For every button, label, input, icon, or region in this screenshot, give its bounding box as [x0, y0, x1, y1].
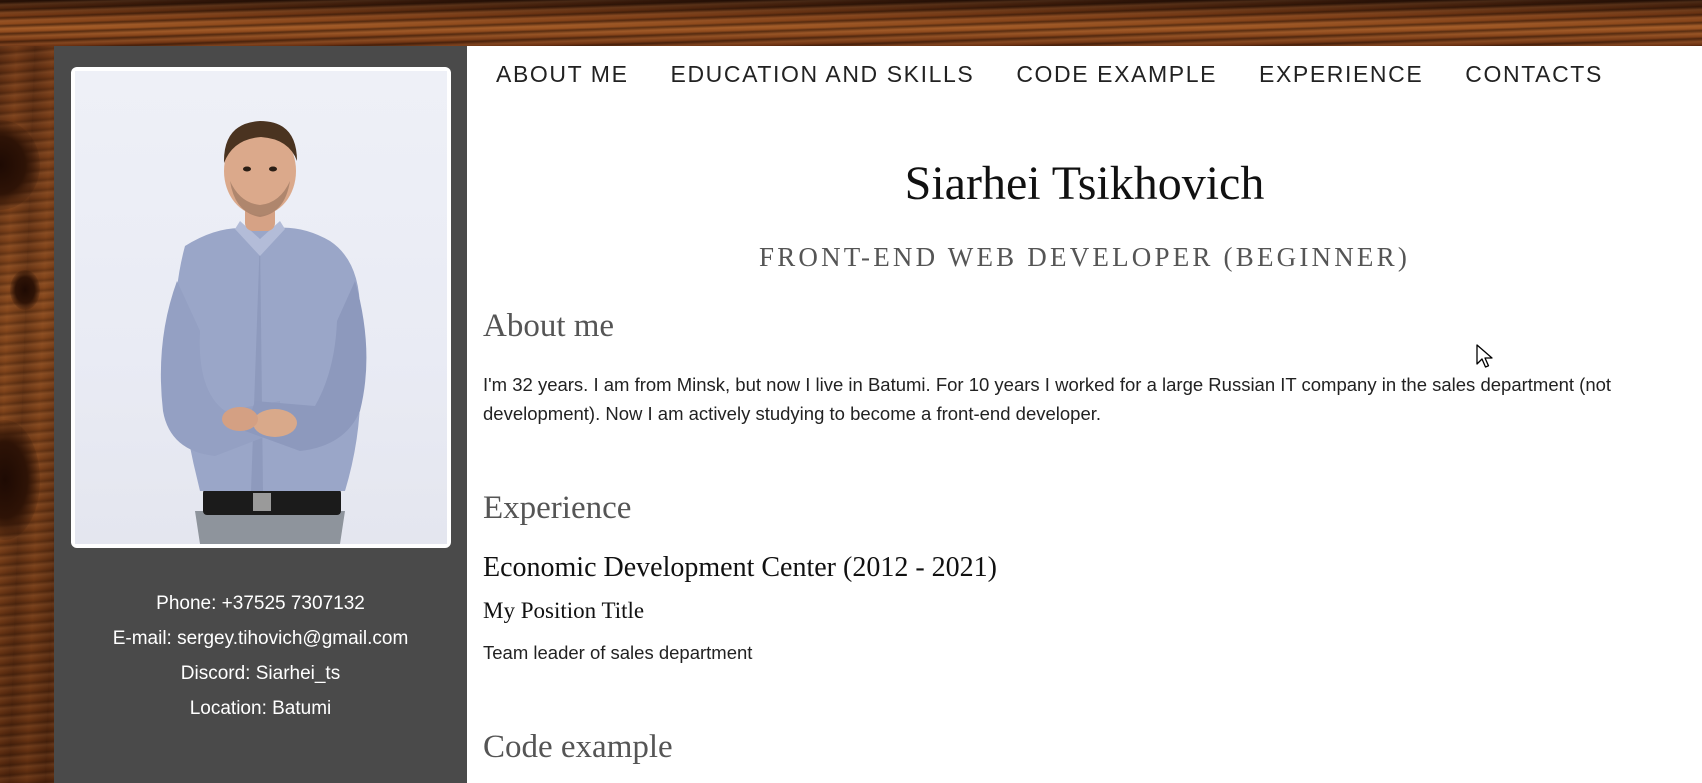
contact-list: Phone: +37525 7307132 E-mail: sergey.tih…	[54, 586, 467, 726]
wood-knot	[0, 420, 40, 540]
nav-education-and-skills[interactable]: EDUCATION AND SKILLS	[671, 61, 975, 88]
contact-email: E-mail: sergey.tihovich@gmail.com	[112, 628, 409, 649]
person-photo-illustration	[160, 121, 367, 544]
nav-about-me[interactable]: ABOUT ME	[496, 61, 629, 88]
job-role-subtitle: FRONT-END WEB DEVELOPER (BEGINNER)	[758, 242, 1411, 272]
page-container: Phone: +37525 7307132 E-mail: sergey.tih…	[54, 46, 1702, 783]
nav-contacts[interactable]: CONTACTS	[1465, 61, 1603, 88]
experience-company: Economic Development Center (2012 - 2021…	[483, 552, 997, 583]
nav-code-example[interactable]: CODE EXAMPLE	[1016, 61, 1217, 88]
experience-position-title: My Position Title	[483, 598, 645, 623]
contact-phone: Phone: +37525 7307132	[156, 593, 365, 614]
profile-photo-frame	[71, 67, 451, 548]
wood-knot	[10, 270, 40, 310]
page-title-name: Siarhei Tsikhovich	[904, 157, 1265, 210]
top-navigation: ABOUT ME EDUCATION AND SKILLS CODE EXAMP…	[467, 46, 1702, 102]
profile-photo	[75, 71, 447, 544]
sidebar: Phone: +37525 7307132 E-mail: sergey.tih…	[54, 46, 467, 783]
contact-location: Location: Batumi	[189, 698, 332, 719]
section-heading-about: About me	[483, 308, 615, 344]
about-text: I'm 32 years. I am from Minsk, but now I…	[483, 374, 1612, 424]
main-content: ABOUT ME EDUCATION AND SKILLS CODE EXAMP…	[467, 46, 1702, 783]
section-heading-code: Code example	[483, 729, 673, 765]
wood-top-board	[0, 0, 1702, 46]
section-heading-experience: Experience	[483, 490, 632, 526]
nav-experience[interactable]: EXPERIENCE	[1259, 61, 1423, 88]
contact-discord: Discord: Siarhei_ts	[180, 663, 341, 684]
mouse-pointer-icon	[1476, 344, 1493, 368]
wood-knot	[0, 120, 40, 210]
experience-description: Team leader of sales department	[483, 642, 753, 663]
